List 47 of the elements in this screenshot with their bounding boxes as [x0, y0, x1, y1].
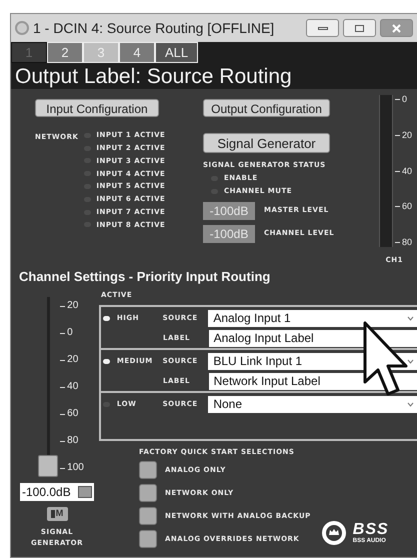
chevron-down-icon: [407, 316, 414, 320]
quick-start-button[interactable]: [139, 461, 157, 479]
meter-tick-label: 60: [402, 202, 412, 212]
input-configuration-button[interactable]: Input Configuration: [35, 99, 159, 117]
channel-tab[interactable]: 4: [119, 42, 155, 63]
fader-track[interactable]: [38, 297, 58, 477]
fader-tick-label: 80: [67, 436, 78, 446]
quick-start-button[interactable]: [139, 530, 157, 548]
mute-indicator-icon: [50, 510, 55, 518]
app-icon: [15, 21, 29, 35]
level-readout: -100dB: [203, 224, 255, 242]
section-heading: Channel Settings - Priority Input Routing: [19, 268, 270, 286]
signal-generator-button[interactable]: Signal Generator: [203, 133, 330, 153]
source-dropdown[interactable]: Analog Input 1: [208, 310, 417, 326]
minimize-icon: [318, 26, 328, 30]
meter-tick-label: 20: [402, 130, 412, 140]
page-heading: Output Label: Source Routing: [15, 66, 292, 86]
meter-tick-label: 80: [402, 238, 412, 247]
fader-tick-label: 60: [67, 409, 78, 419]
chevron-down-icon: [407, 358, 414, 364]
level-readout: -100dB: [203, 202, 255, 220]
label-field[interactable]: Network Input Label: [208, 372, 417, 390]
level-spinner[interactable]: -100.0dB: [20, 483, 94, 501]
fader-tick-label: 20: [67, 355, 78, 365]
close-button[interactable]: [380, 19, 414, 37]
crown-badge-icon: [320, 520, 347, 546]
channel-tab[interactable]: ALL: [155, 42, 198, 63]
fader-tick-label: 20: [67, 301, 78, 311]
meter-tick-label: 0: [402, 95, 408, 104]
quick-start-button[interactable]: [139, 507, 157, 525]
maximize-icon: [355, 24, 364, 32]
minimize-button[interactable]: [306, 19, 340, 37]
quick-start-button[interactable]: [139, 484, 157, 502]
channel-tab[interactable]: 2: [47, 42, 83, 63]
fader-tick-label: 40: [67, 382, 78, 392]
source-dropdown[interactable]: None: [208, 396, 417, 412]
window-title: 1 - DCIN 4: Source Routing [OFFLINE]: [33, 18, 274, 38]
meter-tick-label: 40: [402, 166, 412, 176]
chevron-down-icon: [407, 402, 414, 406]
label-field[interactable]: Analog Input Label: [208, 330, 417, 346]
maximize-button[interactable]: [343, 19, 376, 37]
fader-tick-label: 100: [67, 463, 84, 473]
fader-tick-label: 0: [67, 328, 73, 338]
fader-thumb[interactable]: [38, 455, 58, 477]
close-icon: [392, 24, 402, 32]
mute-button[interactable]: M: [46, 507, 68, 521]
output-configuration-button[interactable]: Output Configuration: [203, 99, 330, 117]
